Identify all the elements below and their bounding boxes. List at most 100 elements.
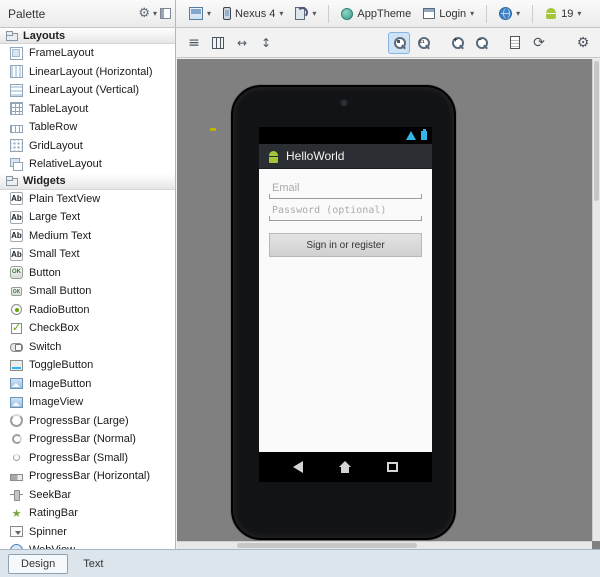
locale-picker-button[interactable]: ▾ [494,4,525,23]
configuration-picker-button[interactable]: ▾ [184,4,216,23]
activity-picker-button[interactable]: Login ▾ [418,5,479,23]
palette-item-label: FrameLayout [29,47,94,60]
preview-page-button[interactable] [504,32,526,54]
zoom-to-fit-button[interactable] [388,31,410,54]
theme-picker-button[interactable]: AppTheme [336,5,416,23]
recents-icon [387,462,398,472]
palette-item-icon [10,285,23,298]
vertical-scrollbar[interactable] [592,59,600,541]
palette-item[interactable]: WebView [0,541,175,549]
layout-content: Email Password (optional) Sign in or reg… [259,169,432,257]
palette-item-icon [10,65,23,79]
palette-item-label: TableLayout [29,102,89,115]
palette-item[interactable]: Spinner [0,523,175,542]
palette-item[interactable]: FrameLayout [0,44,175,63]
settings-button[interactable]: ⚙ [572,32,594,54]
palette-item[interactable]: RatingBar [0,504,175,523]
palette-item[interactable]: ToggleButton [0,356,175,375]
palette-item-label: CheckBox [29,322,80,335]
palette-item[interactable]: Button [0,264,175,283]
palette-item-label: ImageButton [29,377,92,390]
device-picker-button[interactable]: Nexus 4 ▾ [218,4,288,23]
palette-section-widgets[interactable]: Widgets [0,173,175,190]
zoom-fit-icon [393,36,406,49]
zoom-out-button[interactable]: − [470,32,492,54]
palette-item-icon [10,340,23,353]
configuration-icon [189,7,203,20]
palette-item-icon [10,83,23,97]
resize-horizontal-button[interactable]: ↔ [231,32,253,54]
device-screen[interactable]: HelloWorld Email Password (optional) Sig… [259,127,432,482]
palette-item-icon [10,303,23,316]
palette-section-layouts[interactable]: Layouts [0,28,175,44]
palette-item[interactable]: TableRow [0,118,175,137]
toolbar-separator [532,4,534,23]
api-level-label: 19 [561,7,574,20]
palette-item-label: ProgressBar (Large) [29,414,129,427]
palette-item-icon [10,247,23,261]
signin-button[interactable]: Sign in or register [269,233,422,257]
palette-header: Palette ⚙ ▾ [0,0,176,27]
palette-item[interactable]: CheckBox [0,319,175,338]
palette-item[interactable]: TableLayout [0,100,175,119]
palette-item[interactable]: Small Text [0,245,175,264]
tab-text[interactable]: Text [70,554,116,574]
scrollbar-thumb[interactable] [594,61,599,201]
palette-item[interactable]: Switch [0,338,175,357]
orientation-icon [295,7,309,20]
chevron-down-icon: ▾ [577,8,582,18]
palette-item[interactable]: Small Button [0,282,175,301]
split-view-button[interactable] [207,32,229,54]
palette-settings-chevron-down-icon[interactable]: ▾ [153,9,157,18]
palette-item[interactable]: LinearLayout (Vertical) [0,81,175,100]
chevron-down-icon: ▾ [279,8,284,18]
design-canvas[interactable]: HelloWorld Email Password (optional) Sig… [177,59,600,549]
resize-vertical-button[interactable]: ↕ [255,32,277,54]
palette-item[interactable]: ProgressBar (Small) [0,449,175,468]
palette-item[interactable]: RadioButton [0,301,175,320]
zoom-actual-size-button[interactable]: 1:1 [412,32,434,54]
activity-label: Login [439,7,467,20]
palette-item[interactable]: LinearLayout (Horizontal) [0,63,175,82]
zoom-in-button[interactable]: + [446,32,468,54]
palette-item-label: Spinner [29,525,67,538]
refresh-button[interactable]: ⟳ [528,32,550,54]
orientation-button[interactable]: ▾ [290,4,321,23]
palette-item-label: Large Text [29,211,81,224]
design-toolbar: ≡ ↔ ↕ 1:1 + − ⟳ ⚙ [177,28,600,58]
palette-item[interactable]: ImageView [0,393,175,412]
api-version-picker-button[interactable]: 19 ▾ [540,4,586,23]
palette-item[interactable]: Plain TextView [0,190,175,209]
palette-item[interactable]: GridLayout [0,137,175,156]
horizontal-scrollbar[interactable] [177,541,592,549]
editor-mode-tabs: Design Text [0,549,600,577]
gear-icon: ⚙ [576,34,590,51]
palette-settings-gear-icon[interactable]: ⚙ [138,7,150,20]
palette-item[interactable]: SeekBar [0,486,175,505]
zoom-actual-icon: 1:1 [417,36,430,49]
palette-item-label: Plain TextView [29,192,101,205]
palette-item[interactable]: ProgressBar (Horizontal) [0,467,175,486]
palette-item[interactable]: ProgressBar (Large) [0,412,175,431]
palette-item[interactable]: Medium Text [0,227,175,246]
palette-panel: Layouts FrameLayout LinearLayout (Horizo… [0,28,176,549]
palette-item-icon [10,359,23,372]
scrollbar-thumb[interactable] [237,543,417,548]
android-icon [545,7,557,20]
tab-design[interactable]: Design [8,553,69,574]
password-field[interactable]: Password (optional) [269,199,422,221]
palette-item[interactable]: ImageButton [0,375,175,394]
palette-item[interactable]: RelativeLayout [0,155,175,174]
toolbar-separator [486,4,488,23]
chevron-down-icon: ▾ [470,8,475,18]
hide-panel-icon[interactable] [160,8,171,19]
zoom-in-icon: + [451,36,464,49]
layouts-list: FrameLayout LinearLayout (Horizontal) Li… [0,44,175,174]
email-field[interactable]: Email [269,175,422,199]
palette-item[interactable]: Large Text [0,208,175,227]
palette-item-icon [10,488,23,502]
palette-item[interactable]: ProgressBar (Normal) [0,430,175,449]
show-structure-button[interactable]: ≡ [183,32,205,54]
palette-item-label: RatingBar [29,507,78,520]
widgets-list: Plain TextView Large Text Medium Text Sm… [0,190,175,549]
